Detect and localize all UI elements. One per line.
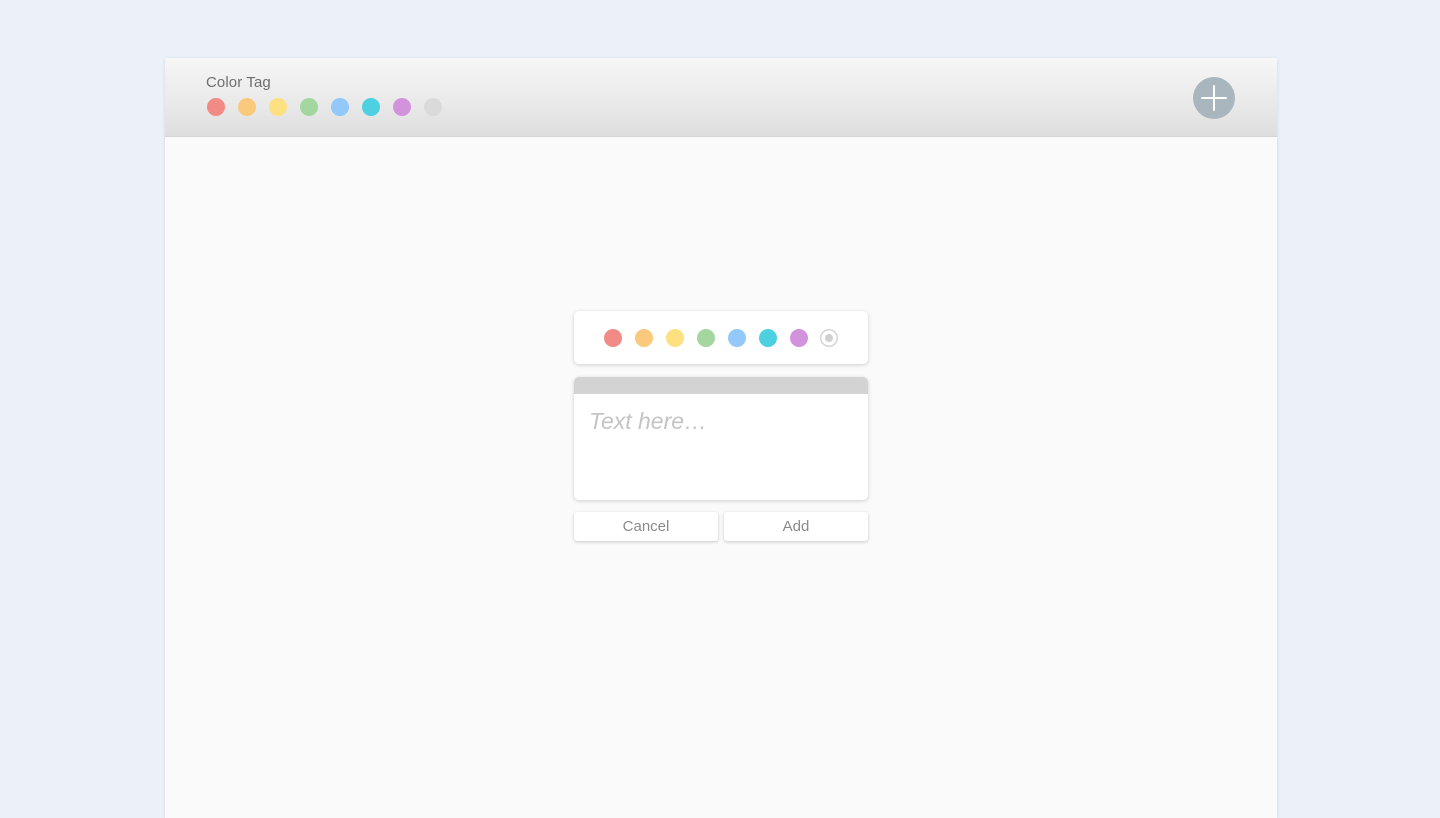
note-color-bar xyxy=(574,377,868,394)
color-picker xyxy=(574,311,868,364)
picker-orange-dot[interactable] xyxy=(635,329,653,347)
header: Color Tag xyxy=(165,58,1277,137)
filter-gray-dot[interactable] xyxy=(424,98,442,116)
filter-orange-dot[interactable] xyxy=(238,98,256,116)
page-title: Color Tag xyxy=(206,74,271,91)
picker-green-dot[interactable] xyxy=(697,329,715,347)
note-editor xyxy=(574,377,868,500)
note-text-input[interactable] xyxy=(574,394,868,500)
picker-blue-dot[interactable] xyxy=(728,329,746,347)
cancel-button[interactable]: Cancel xyxy=(574,512,718,541)
add-button[interactable]: Add xyxy=(724,512,868,541)
picker-teal-dot[interactable] xyxy=(759,329,777,347)
picker-red-dot[interactable] xyxy=(604,329,622,347)
filter-yellow-dot[interactable] xyxy=(269,98,287,116)
filter-red-dot[interactable] xyxy=(207,98,225,116)
filter-blue-dot[interactable] xyxy=(331,98,349,116)
picker-gray-dot[interactable] xyxy=(820,329,838,347)
picker-purple-dot[interactable] xyxy=(790,329,808,347)
add-note-button[interactable] xyxy=(1193,77,1235,119)
picker-yellow-dot[interactable] xyxy=(666,329,684,347)
filter-green-dot[interactable] xyxy=(300,98,318,116)
filter-purple-dot[interactable] xyxy=(393,98,411,116)
filter-teal-dot[interactable] xyxy=(362,98,380,116)
plus-icon xyxy=(1201,85,1227,111)
